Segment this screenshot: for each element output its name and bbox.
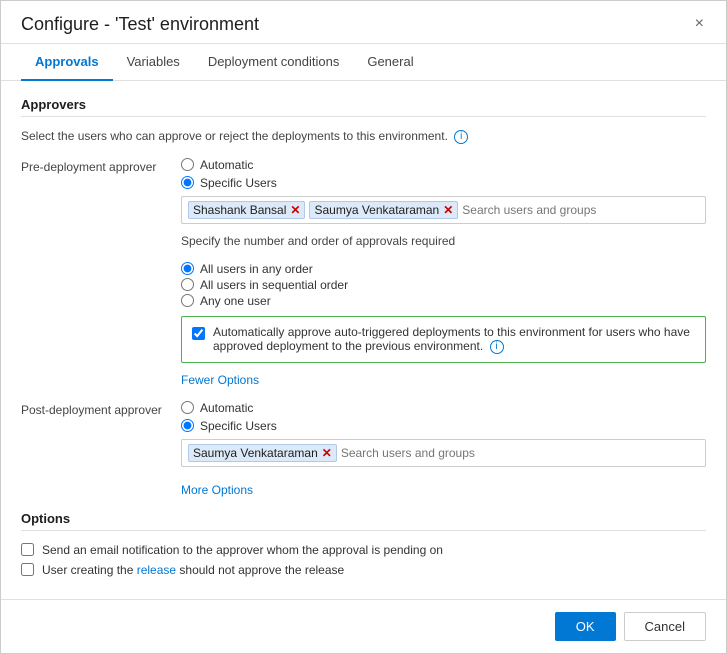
post-specific-label: Specific Users bbox=[200, 419, 277, 433]
option2-label: User creating the release should not app… bbox=[42, 563, 344, 577]
specify-order-label: Specify the number and order of approval… bbox=[181, 234, 706, 248]
post-specific-radio[interactable] bbox=[181, 419, 194, 432]
more-options-link[interactable]: More Options bbox=[181, 483, 253, 497]
post-auto-radio[interactable] bbox=[181, 401, 194, 414]
option2-row: User creating the release should not app… bbox=[21, 563, 706, 577]
approvers-section-title: Approvers bbox=[21, 97, 706, 112]
post-auto-radio-row: Automatic bbox=[181, 401, 706, 415]
any-order-label: All users in any order bbox=[200, 262, 313, 276]
close-button[interactable]: × bbox=[689, 13, 710, 35]
post-deployment-row: Post-deployment approver Automatic Speci… bbox=[21, 401, 706, 497]
pre-auto-label: Automatic bbox=[200, 158, 253, 172]
approvers-info-icon[interactable]: i bbox=[454, 130, 468, 144]
auto-approve-box: Automatically approve auto-triggered dep… bbox=[181, 316, 706, 363]
release-link[interactable]: release bbox=[137, 563, 176, 577]
pre-specific-label: Specific Users bbox=[200, 176, 277, 190]
pre-deployment-options: Automatic Specific Users Shashank Bansal… bbox=[181, 158, 706, 387]
tag-saumya-pre-text: Saumya Venkataraman bbox=[314, 203, 439, 217]
tab-variables[interactable]: Variables bbox=[113, 44, 194, 81]
any-one-radio[interactable] bbox=[181, 294, 194, 307]
pre-tags-input[interactable]: Shashank Bansal ✕ Saumya Venkataraman ✕ bbox=[181, 196, 706, 224]
tag-shashank: Shashank Bansal ✕ bbox=[188, 201, 305, 219]
pre-specific-radio-row: Specific Users bbox=[181, 176, 706, 190]
dialog-titlebar: Configure - 'Test' environment × bbox=[1, 1, 726, 44]
tab-general[interactable]: General bbox=[353, 44, 427, 81]
tag-saumya-post: Saumya Venkataraman ✕ bbox=[188, 444, 337, 462]
order-options: All users in any order All users in sequ… bbox=[181, 262, 706, 308]
tag-shashank-remove[interactable]: ✕ bbox=[290, 204, 300, 216]
tag-shashank-text: Shashank Bansal bbox=[193, 203, 286, 217]
tag-saumya-post-text: Saumya Venkataraman bbox=[193, 446, 318, 460]
sequential-radio[interactable] bbox=[181, 278, 194, 291]
pre-specific-radio[interactable] bbox=[181, 176, 194, 189]
option1-checkbox[interactable] bbox=[21, 543, 34, 556]
post-search-input[interactable] bbox=[341, 446, 699, 460]
dialog-footer: OK Cancel bbox=[1, 599, 726, 653]
tag-saumya-pre-remove[interactable]: ✕ bbox=[443, 204, 453, 216]
post-auto-label: Automatic bbox=[200, 401, 253, 415]
fewer-options-link[interactable]: Fewer Options bbox=[181, 373, 259, 387]
section-divider bbox=[21, 116, 706, 117]
dialog-title: Configure - 'Test' environment bbox=[21, 14, 259, 35]
tab-approvals[interactable]: Approvals bbox=[21, 44, 113, 81]
option1-row: Send an email notification to the approv… bbox=[21, 543, 706, 557]
pre-auto-radio[interactable] bbox=[181, 158, 194, 171]
options-divider bbox=[21, 530, 706, 531]
auto-approve-checkbox[interactable] bbox=[192, 327, 205, 340]
option1-label: Send an email notification to the approv… bbox=[42, 543, 443, 557]
sequential-label: All users in sequential order bbox=[200, 278, 348, 292]
option2-checkbox[interactable] bbox=[21, 563, 34, 576]
dialog-body: Approvers Select the users who can appro… bbox=[1, 81, 726, 599]
tag-saumya-pre: Saumya Venkataraman ✕ bbox=[309, 201, 458, 219]
post-deployment-options: Automatic Specific Users Saumya Venkatar… bbox=[181, 401, 706, 497]
pre-search-input[interactable] bbox=[462, 203, 699, 217]
pre-deployment-label: Pre-deployment approver bbox=[21, 158, 181, 174]
tabs-container: Approvals Variables Deployment condition… bbox=[1, 44, 726, 81]
tab-deployment-conditions[interactable]: Deployment conditions bbox=[194, 44, 354, 81]
any-one-label: Any one user bbox=[200, 294, 271, 308]
auto-approve-text: Automatically approve auto-triggered dep… bbox=[213, 325, 695, 354]
post-tags-input[interactable]: Saumya Venkataraman ✕ bbox=[181, 439, 706, 467]
sequential-row: All users in sequential order bbox=[181, 278, 706, 292]
pre-auto-radio-row: Automatic bbox=[181, 158, 706, 172]
ok-button[interactable]: OK bbox=[555, 612, 616, 641]
any-order-row: All users in any order bbox=[181, 262, 706, 276]
any-order-radio[interactable] bbox=[181, 262, 194, 275]
tag-saumya-post-remove[interactable]: ✕ bbox=[322, 447, 332, 459]
dialog: Configure - 'Test' environment × Approva… bbox=[0, 0, 727, 654]
post-specific-radio-row: Specific Users bbox=[181, 419, 706, 433]
cancel-button[interactable]: Cancel bbox=[624, 612, 706, 641]
options-title: Options bbox=[21, 511, 706, 526]
any-one-row: Any one user bbox=[181, 294, 706, 308]
options-section: Options Send an email notification to th… bbox=[21, 511, 706, 577]
post-deployment-label: Post-deployment approver bbox=[21, 401, 181, 417]
approvers-desc: Select the users who can approve or reje… bbox=[21, 129, 706, 144]
auto-approve-info-icon[interactable]: i bbox=[490, 340, 504, 354]
pre-deployment-row: Pre-deployment approver Automatic Specif… bbox=[21, 158, 706, 387]
